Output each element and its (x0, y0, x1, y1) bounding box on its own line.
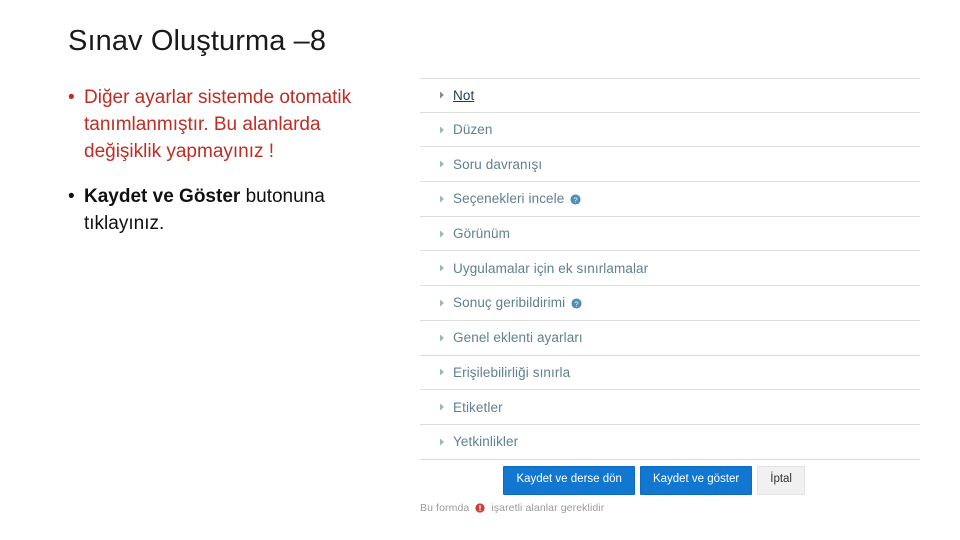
section-label: Etiketler (453, 399, 503, 415)
form-action-buttons: Kaydet ve derse dön Kaydet ve göster İpt… (420, 466, 920, 495)
triangle-right-icon[interactable] (436, 401, 448, 413)
required-note-prefix: Bu formda (420, 502, 470, 514)
section-label: Yetkinlikler (453, 434, 519, 450)
bullet-text-warning: Diğer ayarlar sistemde otomatik tanımlan… (84, 87, 352, 162)
section-label: Uygulamalar için ek sınırlamalar (453, 260, 649, 276)
section-header-etiketler[interactable]: Etiketler (420, 390, 920, 425)
collapsible-section-list: Not Düzen Soru davranışı Seçenekleri inc… (420, 78, 920, 460)
section-label: Soru davranışı (453, 156, 543, 172)
bullet-marker-icon: • (68, 186, 75, 207)
triangle-right-icon[interactable] (436, 89, 448, 101)
triangle-right-icon[interactable] (436, 366, 448, 378)
triangle-right-icon[interactable] (436, 228, 448, 240)
section-label: Erişilebilirliği sınırla (453, 364, 571, 380)
section-header-secenekleri-incele[interactable]: Seçenekleri incele ? (420, 182, 920, 217)
svg-text:?: ? (574, 196, 578, 205)
triangle-right-icon[interactable] (436, 262, 448, 274)
save-and-display-button[interactable]: Kaydet ve göster (639, 466, 753, 495)
svg-text:?: ? (575, 300, 579, 309)
save-and-return-button[interactable]: Kaydet ve derse dön (503, 466, 635, 495)
moodle-quiz-settings-screenshot: Not Düzen Soru davranışı Seçenekleri inc… (420, 78, 920, 528)
section-label: Görünüm (453, 226, 510, 242)
section-header-not[interactable]: Not (420, 78, 920, 113)
cancel-button[interactable]: İptal (757, 466, 805, 495)
section-label: Not (453, 87, 475, 103)
list-item: • Kaydet ve Göster butonuna tıklayınız. (68, 183, 398, 237)
section-label: Sonuç geribildirimi (453, 295, 566, 311)
section-label: Genel eklenti ayarları (453, 330, 583, 346)
section-header-sonuc-geribildirimi[interactable]: Sonuç geribildirimi ? (420, 286, 920, 321)
triangle-right-icon[interactable] (436, 124, 448, 136)
triangle-right-icon[interactable] (436, 297, 448, 309)
bullet-marker-icon: • (68, 87, 75, 108)
page-title: Sınav Oluşturma –8 (68, 25, 327, 57)
bullet-list: • Diğer ayarlar sistemde otomatik tanıml… (68, 84, 398, 241)
triangle-right-icon[interactable] (436, 193, 448, 205)
section-header-uygulamalar-ek-sinirlamalar[interactable]: Uygulamalar için ek sınırlamalar (420, 251, 920, 287)
triangle-right-icon[interactable] (436, 332, 448, 344)
required-fields-note: Bu formda işaretli alanlar gereklidir (420, 502, 604, 514)
bullet-bold-emphasis: Kaydet ve Göster (84, 186, 241, 207)
section-header-erisilebilirligi-sinirla[interactable]: Erişilebilirliği sınırla (420, 356, 920, 391)
triangle-right-icon[interactable] (436, 436, 448, 448)
triangle-right-icon[interactable] (436, 158, 448, 170)
bullet-text-instruction: Kaydet ve Göster butonuna tıklayınız. (84, 183, 398, 237)
help-circle-icon[interactable]: ? (570, 194, 581, 205)
required-note-suffix: işaretli alanlar gereklidir (491, 502, 605, 514)
required-exclamation-icon (475, 503, 485, 513)
section-label: Seçenekleri incele (453, 191, 565, 207)
section-header-gorunum[interactable]: Görünüm (420, 217, 920, 252)
list-item: • Diğer ayarlar sistemde otomatik tanıml… (68, 84, 398, 165)
presentation-slide: Sınav Oluşturma –8 • Diğer ayarlar siste… (0, 0, 960, 540)
section-label: Düzen (453, 122, 493, 138)
section-header-soru-davranisi[interactable]: Soru davranışı (420, 147, 920, 183)
section-header-genel-eklenti-ayarlari[interactable]: Genel eklenti ayarları (420, 321, 920, 356)
help-circle-icon[interactable]: ? (571, 298, 582, 310)
section-header-yetkinlikler[interactable]: Yetkinlikler (420, 425, 920, 460)
section-header-duzen[interactable]: Düzen (420, 113, 920, 148)
